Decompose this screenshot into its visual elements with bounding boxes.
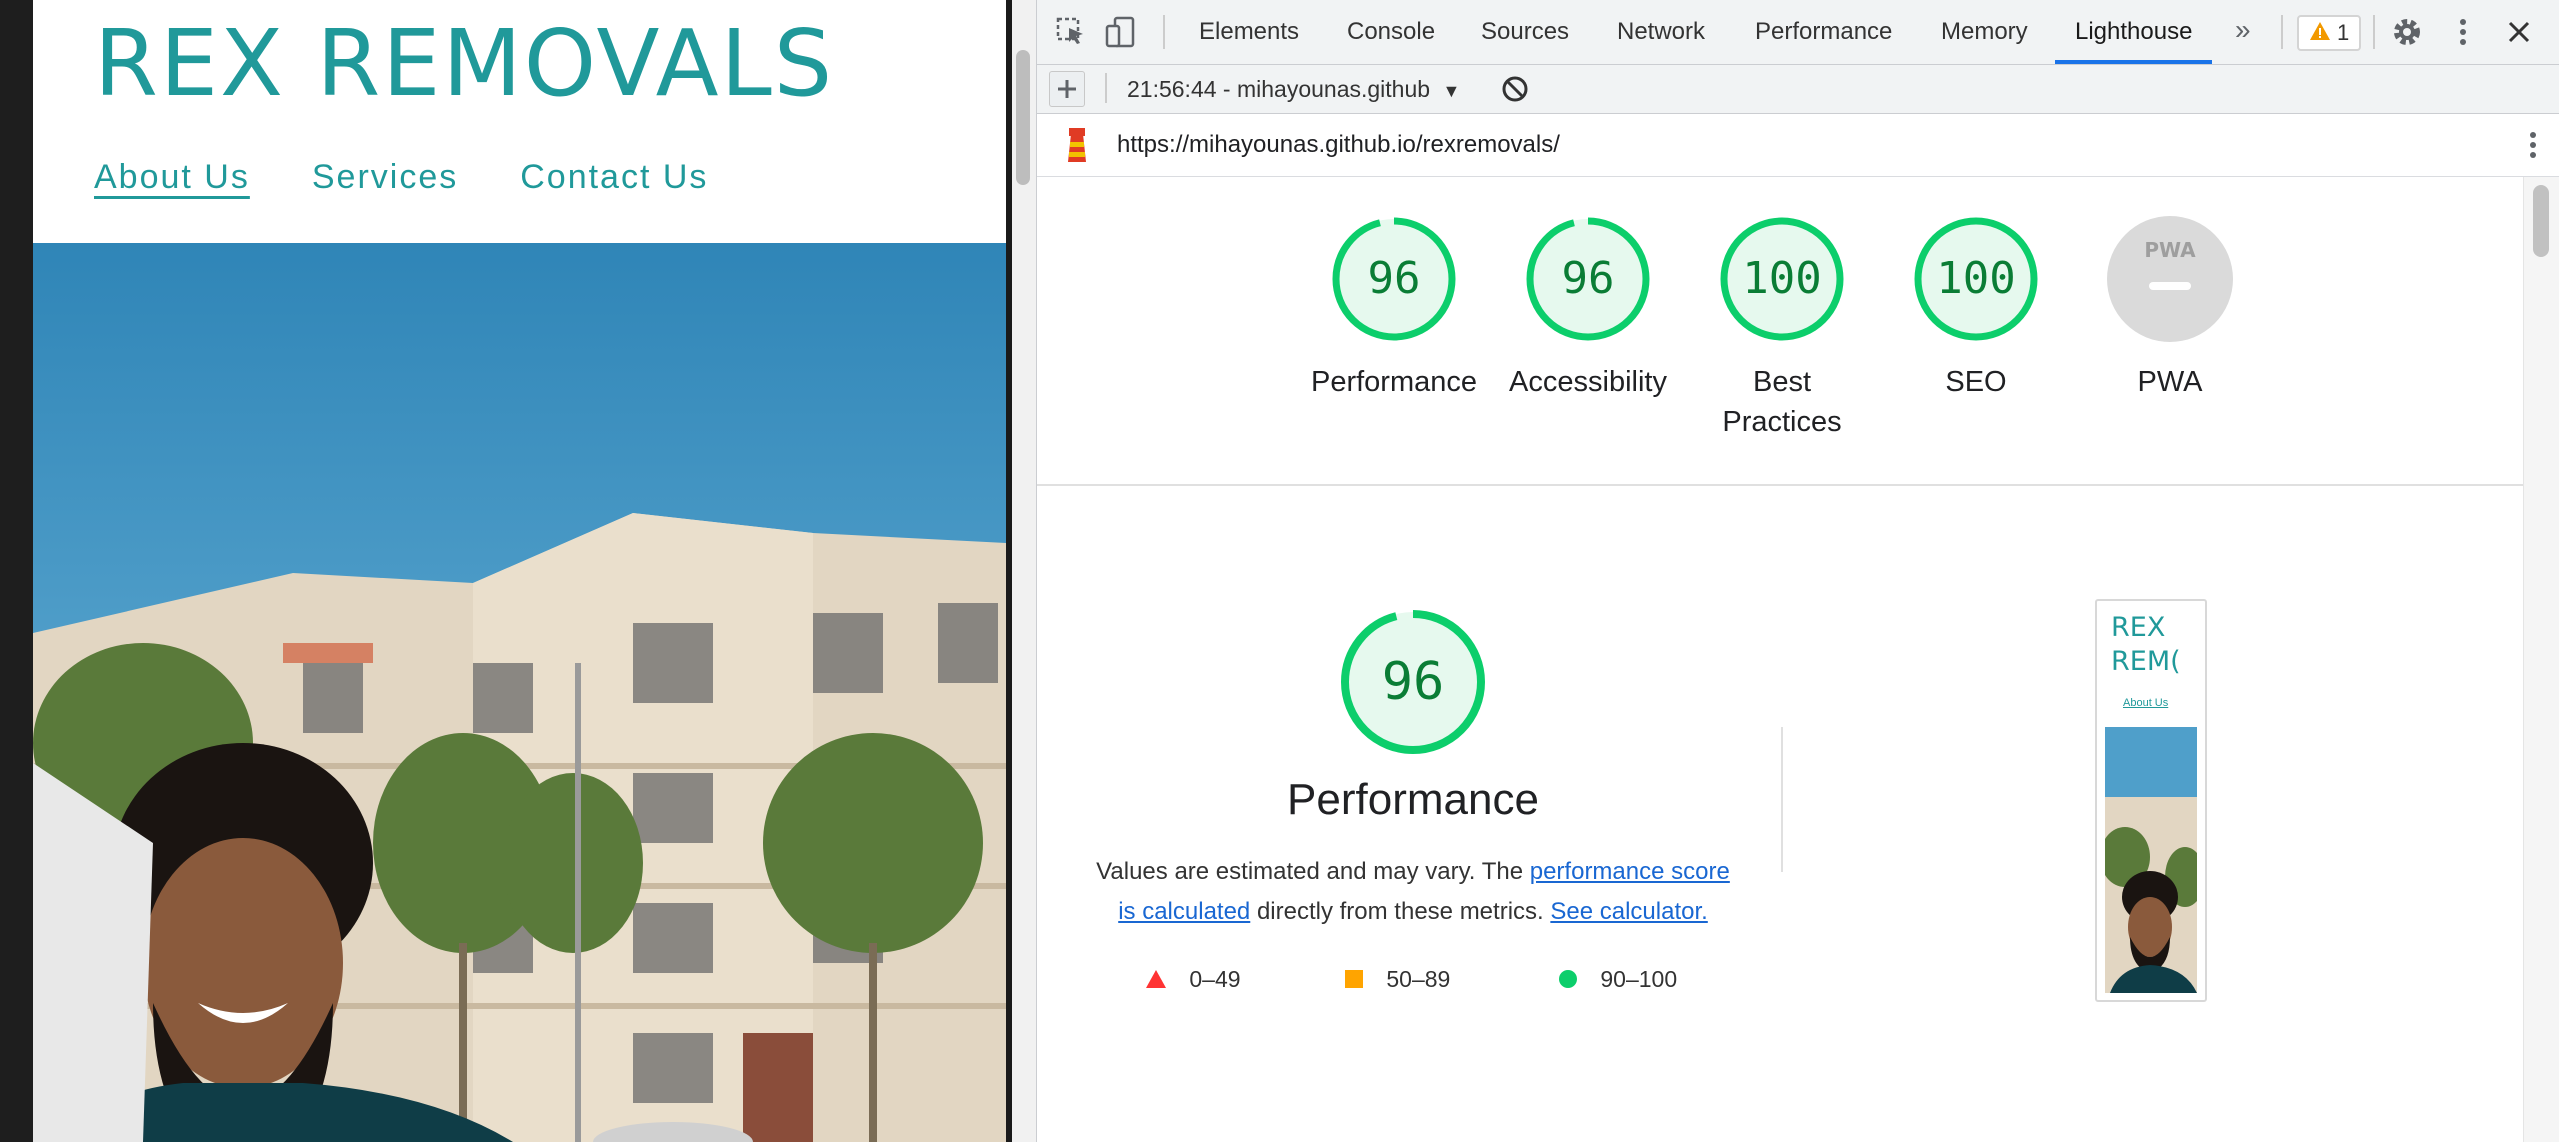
tab-elements[interactable]: Elements [1199, 0, 1299, 64]
nav-about-us[interactable]: About Us [94, 158, 250, 197]
devtools-tabbar: Elements Console Sources Network Perform… [1037, 0, 2559, 65]
lighthouse-toolbar: 21:56:44 - mihayounas.github ▼ [1037, 65, 2559, 114]
report-selector-label: 21:56:44 - mihayounas.github [1127, 76, 1431, 102]
red-triangle-icon [1145, 966, 1167, 992]
description-text: directly from these metrics. [1256, 898, 1544, 925]
score-value: 96 [1561, 253, 1615, 304]
score-gauge-performance[interactable]: 96 Performance [1304, 216, 1484, 402]
performance-description: Values are estimated and may vary. The p… [1089, 852, 1737, 932]
close-icon[interactable] [2503, 16, 2535, 48]
see-calculator-link[interactable]: See calculator. [1550, 898, 1707, 925]
audited-url[interactable]: https://mihayounas.github.io/rexremovals… [1117, 114, 1560, 176]
pwa-badge-text: PWA [2144, 238, 2196, 262]
dropdown-arrow-icon: ▼ [1442, 81, 1461, 101]
nav-services[interactable]: Services [312, 158, 458, 197]
legend-item-fail: 0–49 [1145, 966, 1241, 993]
tab-console[interactable]: Console [1347, 0, 1435, 64]
thumbnail-hero-image [2105, 727, 2197, 993]
report-scrollbar[interactable] [2523, 177, 2559, 1142]
tab-memory[interactable]: Memory [1941, 0, 2028, 64]
lighthouse-report: 96 Performance 96 Accessibility 100 Best… [1037, 177, 2523, 1142]
toolbar-separator [1163, 15, 1165, 49]
score-gauge-accessibility[interactable]: 96 Accessibility [1498, 216, 1678, 402]
hero-image [33, 243, 1006, 1142]
new-report-button[interactable] [1049, 71, 1085, 107]
score-value: 100 [1742, 253, 1822, 304]
vertical-divider [1781, 727, 1783, 872]
inspect-element-icon[interactable] [1055, 16, 1087, 48]
score-label: PWA [2137, 366, 2203, 398]
gauge-ring: 100 [1913, 216, 2039, 342]
pwa-badge: PWA [2107, 216, 2233, 342]
gauge-ring: 96 [1331, 216, 1457, 342]
nav-contact-us[interactable]: Contact Us [520, 158, 708, 197]
legend-range: 90–100 [1600, 966, 1678, 992]
window-edge [0, 0, 33, 1142]
warnings-badge[interactable]: 1 [2297, 15, 2362, 51]
legend-item-average: 50–89 [1344, 966, 1450, 993]
legend-item-pass: 90–100 [1558, 966, 1677, 993]
site-scrollbar[interactable] [1012, 0, 1036, 1142]
score-value: 96 [1367, 253, 1421, 304]
score-label: Performance [1310, 366, 1477, 398]
tab-performance[interactable]: Performance [1755, 0, 1892, 64]
toolbar-separator [2281, 15, 2283, 49]
section-divider [1037, 484, 2523, 486]
green-circle-icon [1558, 966, 1578, 992]
score-gauge-best-practices[interactable]: 100 Best Practices [1692, 216, 1872, 442]
thumbnail-brand-line: REM( [2111, 646, 2181, 677]
score-label: Accessibility [1509, 366, 1667, 398]
report-menu-icon[interactable] [2517, 129, 2549, 166]
clear-all-icon[interactable] [1501, 75, 1529, 108]
device-toolbar-icon[interactable] [1105, 16, 1137, 48]
warning-count: 1 [2337, 20, 2350, 45]
lighthouse-url-bar: https://mihayounas.github.io/rexremovals… [1037, 114, 2559, 177]
tab-network[interactable]: Network [1617, 0, 1705, 64]
performance-gauge-large[interactable]: 96 [1340, 609, 1486, 755]
performance-heading: Performance [1287, 775, 1539, 824]
website-viewport: REX REMOVALS About Us Services Contact U… [0, 0, 1006, 1142]
site-navigation: About Us Services Contact Us [94, 158, 708, 197]
page-screenshot-thumbnail[interactable]: REX REM( About Us [2095, 599, 2207, 1002]
score-gauge-pwa[interactable]: PWA PWA [2080, 216, 2260, 402]
gauge-ring: 100 [1719, 216, 1845, 342]
legend-range: 50–89 [1386, 966, 1451, 992]
report-scrollbar-thumb[interactable] [2533, 185, 2549, 257]
thumbnail-brand: REX REM( [2111, 611, 2181, 679]
tab-lighthouse[interactable]: Lighthouse [2055, 0, 2213, 64]
toolbar-separator [1105, 73, 1107, 103]
devtools-panel: Elements Console Sources Network Perform… [1036, 0, 2559, 1142]
tab-sources[interactable]: Sources [1481, 0, 1569, 64]
score-label: Best Practices [1722, 366, 1842, 438]
orange-square-icon [1344, 966, 1364, 992]
site-brand-logo[interactable]: REX REMOVALS [94, 10, 834, 117]
toolbar-separator [2373, 15, 2375, 49]
gauge-ring: 96 [1525, 216, 1651, 342]
description-text: Values are estimated and may vary. The [1096, 858, 1524, 885]
gear-icon[interactable] [2391, 16, 2423, 48]
performance-score-value: 96 [1381, 652, 1445, 712]
site-scrollbar-thumb[interactable] [1016, 50, 1030, 185]
score-label: SEO [1945, 366, 2007, 398]
thumbnail-nav-link: About Us [2123, 697, 2169, 709]
plus-icon [1058, 80, 1076, 98]
kebab-menu-icon[interactable] [2447, 16, 2479, 48]
legend-range: 0–49 [1189, 966, 1241, 992]
double-chevron-right-icon[interactable]: » [2235, 14, 2251, 46]
lighthouse-logo-icon [1063, 126, 1091, 169]
score-value: 100 [1936, 253, 2016, 304]
score-gauge-seo[interactable]: 100 SEO [1886, 216, 2066, 402]
thumbnail-brand-line: REX [2111, 612, 2166, 643]
warning-icon [2309, 21, 2331, 46]
report-selector[interactable]: 21:56:44 - mihayounas.github ▼ [1127, 65, 1460, 115]
